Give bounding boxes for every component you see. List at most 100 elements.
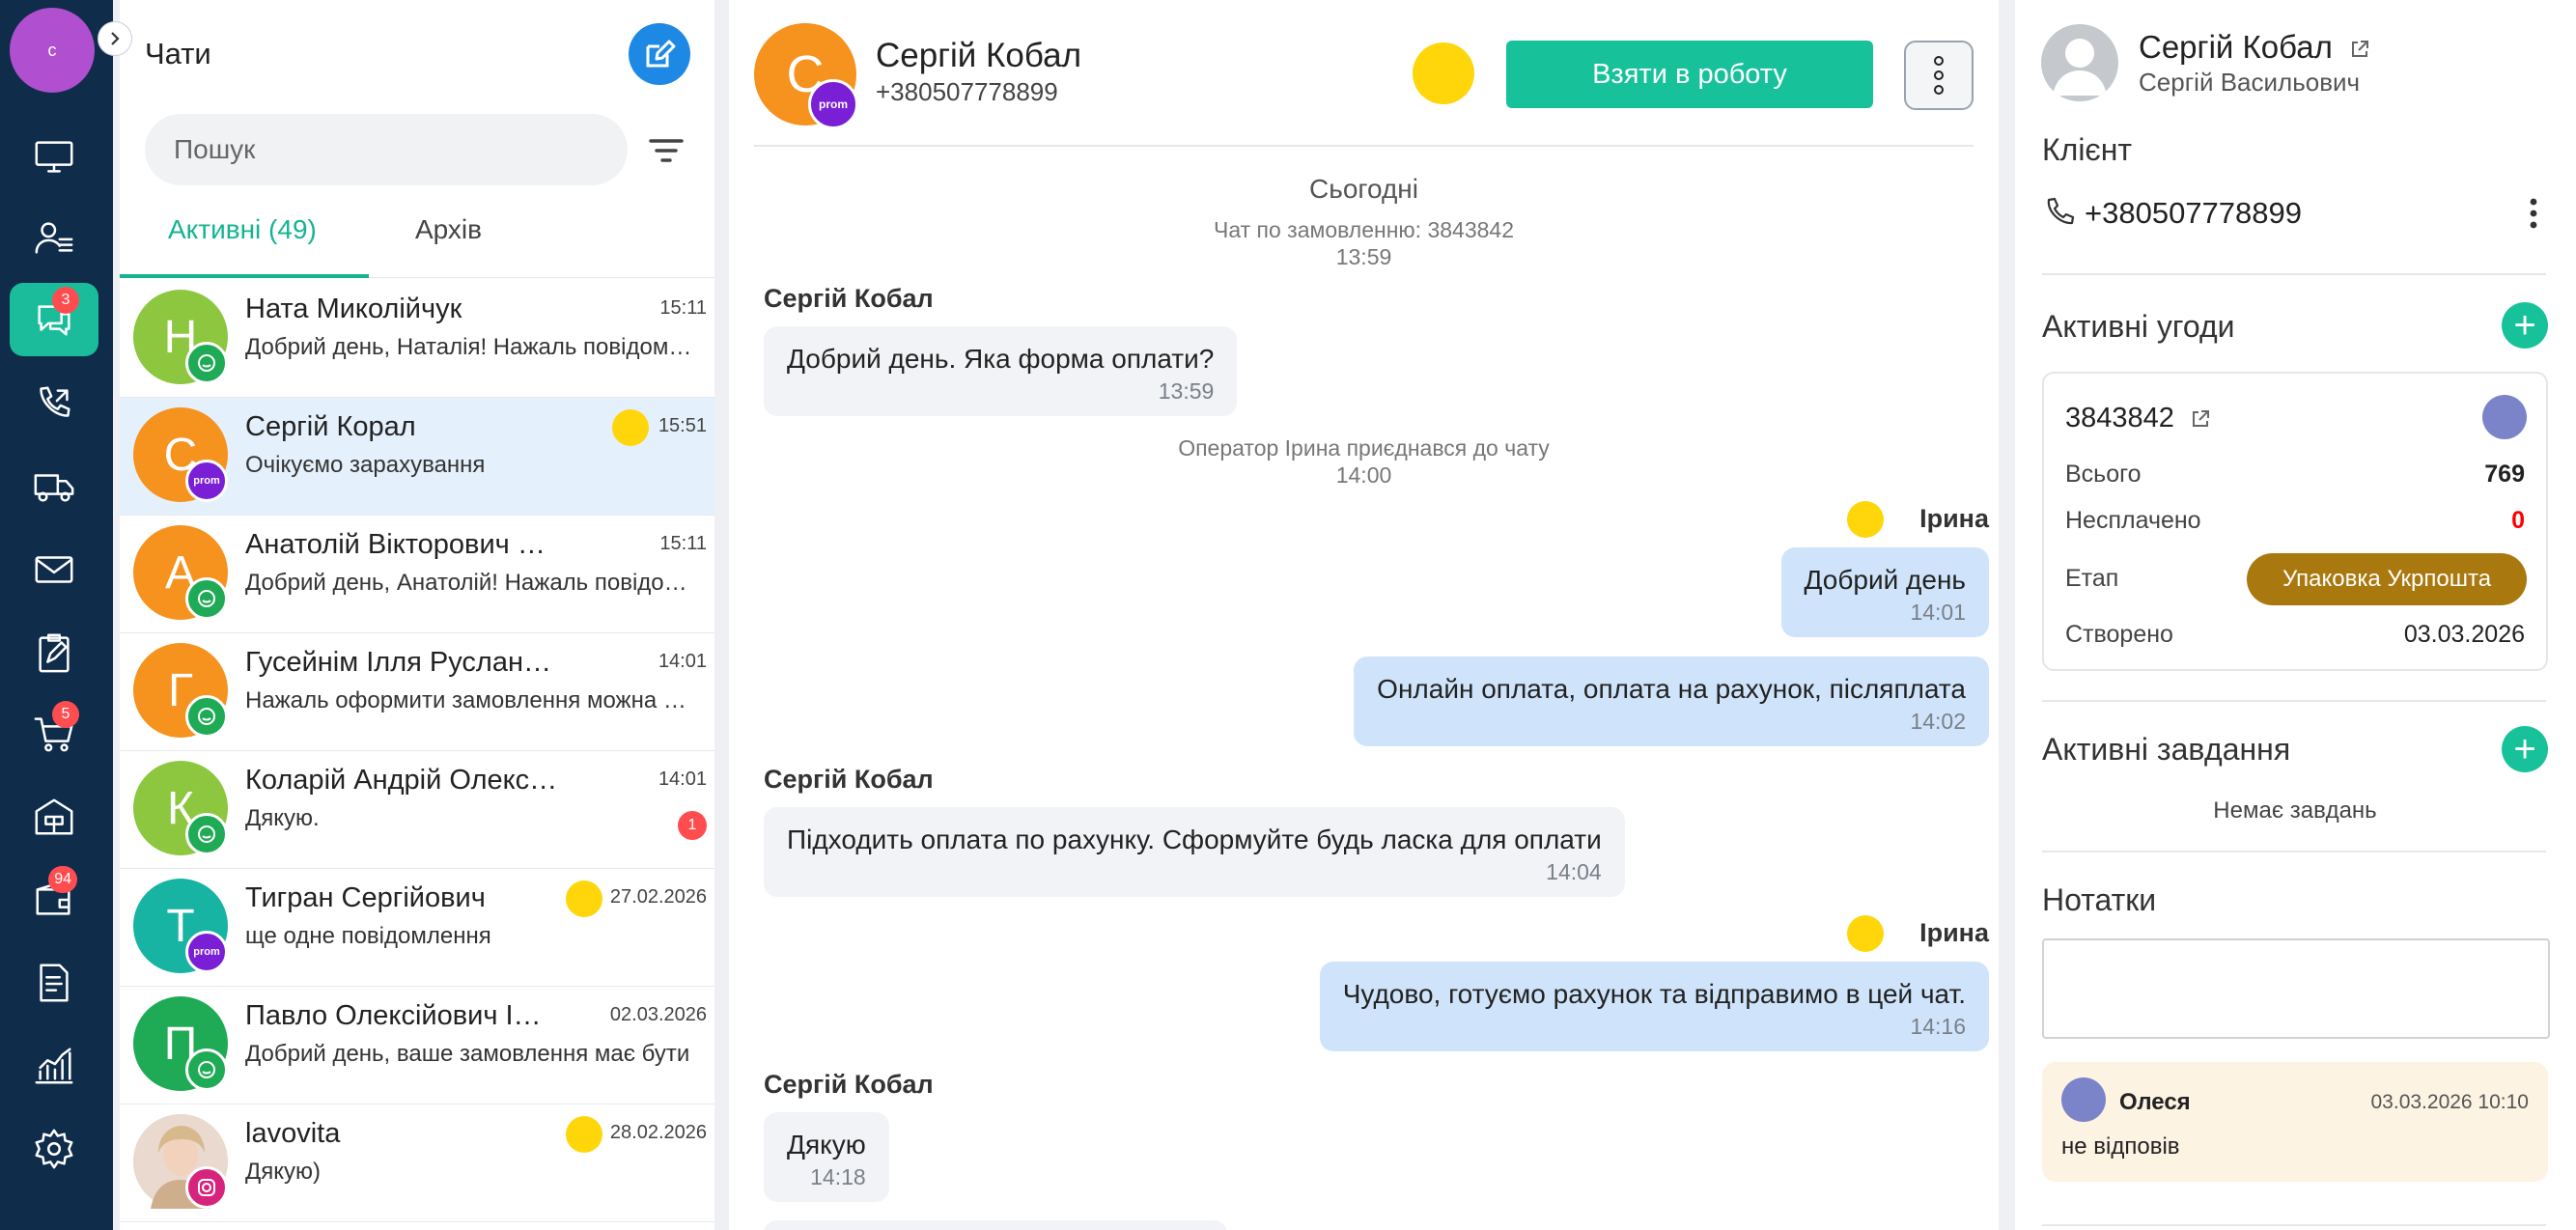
- search-input[interactable]: Пошук: [145, 114, 628, 185]
- tab-active-underline: [120, 274, 369, 278]
- analytics-icon[interactable]: [10, 1029, 98, 1103]
- wallet-icon[interactable]: 94: [10, 862, 98, 936]
- note-input[interactable]: [2042, 938, 2550, 1039]
- document-icon[interactable]: [10, 946, 98, 1020]
- deal-created-label: Створено: [2065, 621, 2173, 648]
- chat-row[interactable]: П Павло Олексійович Іванов 02.03.2026 До…: [120, 987, 714, 1104]
- message-time: 13:59: [1158, 378, 1215, 404]
- outgoing-message: Онлайн оплата, оплата на рахунок, післяп…: [1354, 657, 1989, 746]
- chevron-right-icon: [111, 32, 120, 45]
- edit-icon: [646, 40, 676, 68]
- chat-list-panel: Чати Пошук Активні (49) Архів Н Ната Мик…: [120, 0, 714, 1230]
- user-avatar[interactable]: с: [10, 8, 95, 93]
- chat-name: Коларій Андрій Олександрович: [245, 765, 564, 796]
- operator-avatar-icon: [566, 881, 602, 917]
- add-deal-button[interactable]: +: [2502, 302, 2548, 349]
- message-text: Дякую: [787, 1130, 866, 1160]
- viber-source-icon: [185, 695, 228, 738]
- source-label: prom: [193, 946, 220, 958]
- tab-archive[interactable]: Архів: [415, 214, 482, 245]
- chat-time: 27.02.2026: [609, 886, 707, 908]
- cart-icon[interactable]: 5: [10, 697, 98, 770]
- cart-badge: 5: [52, 701, 79, 728]
- external-link-icon[interactable]: [2190, 408, 2211, 430]
- filter-icon[interactable]: [647, 133, 686, 168]
- client-avatar: [2041, 24, 2118, 101]
- deal-stage-badge[interactable]: Упаковка Укрпошта: [2247, 553, 2527, 605]
- prom-source-icon: prom: [808, 79, 858, 129]
- chat-name: Тигран Сергійович: [245, 882, 486, 913]
- compose-button[interactable]: [629, 23, 690, 85]
- deal-card[interactable]: 3843842 Всього 769 Несплачено 0 Етап Упа…: [2042, 372, 2548, 671]
- search-placeholder: Пошук: [174, 134, 256, 164]
- phone-icon[interactable]: [10, 367, 98, 440]
- deal-unpaid-row: Несплачено 0: [2065, 507, 2525, 535]
- chat-name: lavovita: [245, 1118, 341, 1149]
- deal-created-value: 03.03.2026: [2403, 621, 2525, 648]
- chat-preview: Нажаль оформити замовлення можна лише: [245, 687, 695, 713]
- system-message: Чат по замовленню: 3843842 13:59: [729, 216, 1999, 270]
- kebab-menu-icon[interactable]: [2529, 197, 2538, 230]
- take-to-work-button[interactable]: Взяти в роботу: [1506, 41, 1873, 108]
- note-date: 03.03.2026 10:10: [2370, 1091, 2530, 1113]
- warehouse-icon[interactable]: [10, 780, 98, 853]
- source-label: prom: [193, 475, 220, 487]
- user-list-icon[interactable]: [10, 201, 98, 274]
- system-message-text: Чат по замовленню: 3843842: [1214, 217, 1514, 242]
- day-separator: Сьогодні: [1309, 174, 1418, 204]
- user-avatar-initial: с: [47, 40, 57, 60]
- deal-number[interactable]: 3843842: [2065, 403, 2525, 434]
- chat-row-selected[interactable]: С prom Сергій Корал 15:51 Очікуємо зарах…: [120, 398, 714, 516]
- chat-row[interactable]: Г Гусейнім Ілля Русланович 14:01 Нажаль …: [120, 633, 714, 751]
- message-sender: Ірина: [1919, 918, 1989, 947]
- unread-badge: 1: [678, 811, 707, 840]
- settings-icon[interactable]: [10, 1112, 98, 1186]
- chat-name: Сергій Корал: [245, 411, 416, 442]
- message-sender: Сергій Кобал: [764, 765, 934, 794]
- clipboard-icon[interactable]: [10, 616, 98, 689]
- collapse-toggle[interactable]: [98, 21, 132, 56]
- deal-unpaid-label: Несплачено: [2065, 507, 2201, 534]
- message-time: 14:04: [1546, 859, 1602, 884]
- chat-row[interactable]: lavovita 28.02.2026 Дякую): [120, 1104, 714, 1222]
- operator-avatar-icon: [2482, 395, 2527, 439]
- more-options-button[interactable]: [1904, 41, 1974, 110]
- chat-icon[interactable]: 3: [10, 283, 98, 356]
- chat-row[interactable]: А Анатолій Вікторович Анатолій 15:11 Доб…: [120, 516, 714, 633]
- system-message-time: 13:59: [1335, 244, 1392, 269]
- deals-heading: Активні угоди: [2042, 309, 2235, 344]
- chat-list-title: Чати: [145, 37, 211, 70]
- conversation-phone: +380507778899: [876, 77, 1058, 106]
- chat-time: 14:01: [658, 769, 707, 790]
- client-name[interactable]: Сергій Кобал: [2139, 29, 2370, 66]
- monitor-icon[interactable]: [10, 120, 98, 193]
- system-message-time: 14:00: [1335, 462, 1392, 488]
- chat-name: Гусейнім Ілля Русланович: [245, 647, 564, 678]
- incoming-message: Дякую 14:18: [764, 1112, 889, 1202]
- client-heading: Клієнт: [2042, 132, 2133, 167]
- add-task-button[interactable]: +: [2502, 726, 2548, 772]
- truck-icon[interactable]: [10, 450, 98, 523]
- deal-total-row: Всього 769: [2065, 461, 2525, 489]
- chat-row[interactable]: Т prom Тигран Сергійович 27.02.2026 ще о…: [120, 869, 714, 987]
- tasks-heading: Активні завдання: [2042, 732, 2291, 767]
- outgoing-message: Добрий день 14:01: [1780, 547, 1989, 637]
- tab-active[interactable]: Активні (49): [168, 214, 317, 245]
- prom-source-icon: prom: [185, 460, 228, 502]
- client-phone[interactable]: +380507778899: [2085, 196, 2302, 231]
- message-text: Підходить оплата по рахунку. Сформуйте б…: [787, 825, 1602, 854]
- deal-created-row: Створено 03.03.2026: [2065, 621, 2525, 649]
- incoming-message-partial: [764, 1220, 1227, 1230]
- mail-icon[interactable]: [10, 533, 98, 606]
- message-text: Чудово, готуємо рахунок та відправимо в …: [1342, 979, 1966, 1009]
- chat-time: 28.02.2026: [609, 1122, 707, 1143]
- deal-unpaid-value: 0: [2511, 507, 2525, 534]
- conversation-panel: С prom Сергій Кобал +380507778899 Взяти …: [729, 0, 1999, 1230]
- chat-badge: 3: [52, 287, 79, 314]
- message-time: 14:02: [1910, 709, 1966, 734]
- chat-row[interactable]: Н Ната Миколійчук 15:11 Добрий день, Нат…: [120, 280, 714, 398]
- chat-time: 15:11: [659, 297, 707, 319]
- chat-row[interactable]: К Коларій Андрій Олександрович 14:01 Дяк…: [120, 751, 714, 869]
- nav-rail: с 3 5 94: [0, 0, 113, 1230]
- external-link-icon[interactable]: [2349, 39, 2370, 60]
